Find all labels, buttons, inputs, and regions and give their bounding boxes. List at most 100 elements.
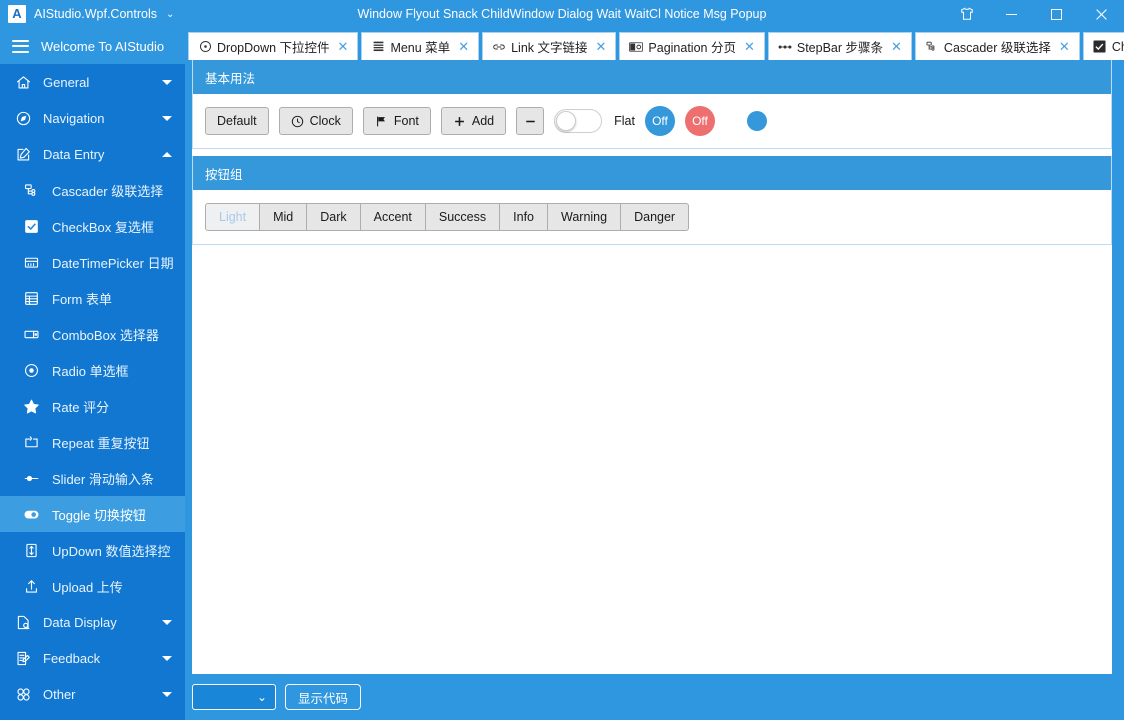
dropdown-icon — [198, 40, 212, 54]
dot-toggle-button[interactable] — [746, 111, 767, 131]
window-controls — [944, 0, 1124, 28]
combobox-icon — [22, 325, 41, 344]
default-button[interactable]: Default — [205, 107, 269, 135]
show-code-button[interactable]: 显示代码 — [285, 684, 362, 710]
feedback-icon — [14, 649, 33, 668]
tab-cascader[interactable]: Cascader 级联选择 ✕ — [914, 32, 1080, 60]
clock-button-label: Clock — [309, 113, 341, 128]
sidebar-item-other[interactable]: Other — [0, 676, 185, 712]
tab-label: Menu 菜单 — [390, 41, 451, 55]
sidebar-item-repeat[interactable]: Repeat 重复按钮 — [0, 424, 185, 460]
sidebar-item-data[interactable]: Data Display — [0, 604, 185, 640]
panel-button-group: 按钮组 Light Mid Dark Accent Success Info Warning… — [192, 156, 1112, 245]
chevron-down-icon[interactable]: ⌄ — [166, 9, 174, 20]
tab-link[interactable]: Link 文字链接 ✕ — [482, 32, 617, 60]
sidebar-header-label: Welcome To AIStudio — [41, 38, 165, 54]
data-display-icon — [14, 613, 33, 632]
tab-label: Link 文字链接 — [511, 41, 588, 55]
checkbox-icon — [1093, 40, 1107, 54]
toggle-knob — [556, 111, 577, 131]
sidebar-item-label: DateTimePicker 日期 — [52, 255, 174, 271]
sidebar-item-label: Form 表单 — [52, 291, 112, 307]
title-bar-left: A AIStudio.Wpf.Controls ⌄ — [0, 0, 185, 28]
round-toggle-blue[interactable]: Off — [644, 106, 675, 136]
clock-icon — [291, 115, 304, 128]
star-icon — [22, 397, 41, 416]
maximize-button[interactable] — [1034, 0, 1079, 28]
group-button-info[interactable]: Info — [500, 203, 548, 231]
sidebar-item-label: Navigation — [43, 110, 105, 126]
sidebar-item-navigation[interactable]: Navigation — [0, 100, 185, 136]
panel-basic-usage: 基本用法 Default Clock Font Add Flat Off Off — [192, 60, 1112, 149]
tab-label: StepBar 步骤条 — [796, 41, 884, 55]
minimize-button[interactable] — [989, 0, 1034, 28]
tab-close-icon[interactable]: ✕ — [744, 40, 755, 53]
sidebar-item-toggle[interactable]: Toggle 切换按钮 — [0, 496, 185, 532]
tab-stepbar[interactable]: StepBar 步骤条 ✕ — [767, 32, 912, 60]
group-button-dark[interactable]: Dark — [307, 203, 361, 231]
sidebar-item-form[interactable]: Form 表单 — [0, 280, 185, 316]
panel-button-group-body: Light Mid Dark Accent Success Info Warning Dang… — [193, 190, 1111, 244]
tab-checki[interactable]: CheckI⌄ — [1082, 32, 1124, 60]
sidebar-item-combobox[interactable]: ComboBox 选择器 — [0, 316, 185, 352]
sidebar-item-updown[interactable]: UpDown 数值选择控 — [0, 532, 185, 568]
home-icon — [14, 73, 33, 92]
tab-close-icon[interactable]: ✕ — [596, 40, 607, 53]
chevron-up-icon[interactable] — [162, 151, 172, 157]
sidebar-item-feedback[interactable]: Feedback — [0, 640, 185, 676]
sidebar-item-slider[interactable]: Slider 滑动输入条 — [0, 460, 185, 496]
tab-menu[interactable]: Menu 菜单 ✕ — [361, 32, 480, 60]
group-button-success[interactable]: Success — [425, 203, 501, 231]
tab-close-icon[interactable]: ✕ — [891, 40, 902, 53]
app-logo-icon: A — [8, 5, 26, 23]
sidebar-item-upload[interactable]: Upload 上传 — [0, 568, 185, 604]
hamburger-icon[interactable] — [12, 39, 29, 53]
window-center-title-text: Window Flyout Snack ChildWindow Dialog W… — [357, 7, 767, 21]
group-button-warning[interactable]: Warning — [548, 203, 622, 231]
group-button-danger[interactable]: Danger — [621, 203, 690, 231]
group-button-accent[interactable]: Accent — [360, 203, 426, 231]
sidebar-item-label: UpDown 数值选择控 — [52, 543, 171, 559]
tab-close-icon[interactable]: ✕ — [338, 40, 349, 53]
tab-label: Pagination 分页 — [648, 41, 736, 55]
tab-dropdown[interactable]: DropDown 下拉控件 ✕ — [188, 32, 359, 60]
font-button[interactable]: Font — [362, 107, 431, 135]
tab-label: CheckI — [1111, 39, 1124, 54]
sidebar-item-datetimepicker[interactable]: DateTimePicker 日期 — [0, 244, 185, 280]
minus-icon — [524, 115, 537, 128]
group-button-mid[interactable]: Mid — [260, 203, 308, 231]
add-button[interactable]: Add — [440, 107, 507, 135]
clock-button[interactable]: Clock — [278, 107, 353, 135]
shirt-icon[interactable] — [944, 0, 989, 28]
chevron-down-icon[interactable] — [162, 655, 172, 661]
sidebar-item-general[interactable]: General — [0, 64, 185, 100]
round-toggle-red[interactable]: Off — [684, 106, 715, 136]
minus-button[interactable] — [516, 107, 545, 135]
edit-square-icon — [14, 145, 33, 164]
chevron-down-icon[interactable] — [162, 619, 172, 625]
sidebar-item-cascader[interactable]: Cascader 级联选择 — [0, 172, 185, 208]
sidebar-item-label: Feedback — [43, 650, 101, 666]
tab-label: DropDown 下拉控件 — [217, 41, 330, 55]
sidebar-item-rate[interactable]: Rate 评分 — [0, 388, 185, 424]
sidebar-item-radio[interactable]: Radio 单选框 — [0, 352, 185, 388]
tab-close-icon[interactable]: ✕ — [1059, 40, 1070, 53]
flag-icon — [375, 115, 388, 128]
sidebar-item-label: Radio 单选框 — [52, 363, 129, 379]
tab-pagination[interactable]: Pagination 分页 ✕ — [619, 32, 765, 60]
sidebar-item-checkbox[interactable]: CheckBox 复选框 — [0, 208, 185, 244]
flat-toggle-switch[interactable] — [554, 109, 603, 133]
form-icon — [22, 289, 41, 308]
button-group: Light Mid Dark Accent Success Info Warning Dang… — [205, 203, 690, 231]
chevron-down-icon[interactable] — [162, 115, 172, 121]
close-button[interactable] — [1079, 0, 1124, 28]
sidebar-item-data[interactable]: Data Entry — [0, 136, 185, 172]
main-area: DropDown 下拉控件 ✕ Menu 菜单 ✕ Link 文字链接 ✕ Paginati… — [185, 28, 1124, 720]
menu-icon — [371, 40, 385, 54]
chevron-down-icon[interactable] — [162, 691, 172, 697]
chevron-down-icon[interactable] — [162, 79, 172, 85]
theme-combobox[interactable]: ⌄ — [192, 684, 276, 710]
tab-close-icon[interactable]: ✕ — [458, 40, 469, 53]
sidebar-header[interactable]: Welcome To AIStudio — [0, 28, 185, 64]
calendar-icon — [22, 253, 41, 272]
